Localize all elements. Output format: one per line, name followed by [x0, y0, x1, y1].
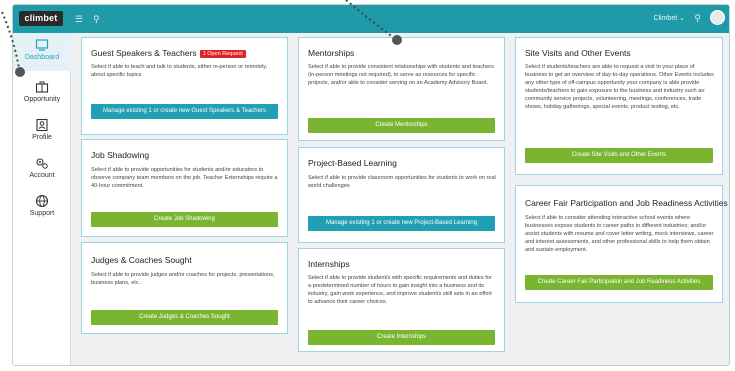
card-description: Select if able to provide consistent rel… [308, 64, 494, 86]
create-site-visits-button[interactable]: Create Site Visits and Other Events [525, 148, 713, 163]
search-icon[interactable]: ⚲ [93, 13, 100, 25]
sidebar-item-dashboard[interactable]: Dashboard [13, 33, 71, 71]
sidebar-item-label: Account [29, 172, 55, 179]
app-window: climbet ☰ ⚲ Climbet ⌄ ⚲ Dashboard Opport… [12, 4, 730, 366]
top-bar: climbet ☰ ⚲ Climbet ⌄ ⚲ [13, 5, 729, 33]
card-description: Select if able to provide classroom oppo… [308, 175, 496, 189]
app-logo[interactable]: climbet [19, 11, 63, 26]
card-internships: Internships Select if able to provide st… [298, 248, 505, 352]
manage-project-based-learning-button[interactable]: Manage existing 1 or create new Project-… [308, 216, 495, 231]
card-title: Mentorships [308, 48, 355, 58]
manage-guest-speakers-button[interactable]: Manage existing 1 or create new Guest Sp… [91, 104, 278, 119]
card-guest-speakers: Guest Speakers & Teachers 1 Open Request … [81, 37, 288, 135]
chevron-down-icon: ⌄ [679, 15, 685, 22]
card-job-shadowing: Job Shadowing Select if able to provide … [81, 139, 288, 237]
sidebar-item-label: Dashboard [24, 54, 60, 61]
create-job-shadowing-button[interactable]: Create Job Shadowing [91, 212, 278, 227]
briefcase-icon [35, 81, 49, 93]
create-judges-coaches-button[interactable]: Create Judges & Coaches Sought [91, 310, 278, 325]
create-mentorships-button[interactable]: Create Mentorships [308, 118, 495, 133]
sidebar-item-support[interactable]: Support [13, 189, 71, 227]
card-title: Judges & Coaches Sought [91, 255, 192, 265]
create-internships-button[interactable]: Create Internships [308, 330, 495, 345]
card-description: Select if able to consider attending int… [525, 215, 714, 253]
card-description: Select if able to provide student/s with… [308, 275, 492, 305]
card-description: Select if able to provide judges and/or … [91, 272, 275, 286]
card-title: Site Visits and Other Events [525, 48, 631, 58]
card-title: Guest Speakers & Teachers 1 Open Request [91, 48, 246, 58]
user-menu[interactable]: Climbet ⌄ [653, 14, 685, 22]
search-icon[interactable]: ⚲ [694, 13, 701, 24]
card-career-fair: Career Fair Participation and Job Readin… [515, 185, 728, 303]
user-name: Climbet [653, 15, 678, 22]
card-title: Project-Based Learning [308, 158, 397, 168]
card-title-text: Guest Speakers & Teachers [91, 48, 197, 58]
card-judges-coaches: Judges & Coaches Sought Select if able t… [81, 242, 288, 334]
menu-icon[interactable]: ☰ [75, 13, 83, 25]
card-mentorships: Mentorships Select if able to provide co… [298, 37, 505, 141]
card-description: Select if students/teachers are able to … [525, 64, 714, 110]
gear-icon [36, 158, 48, 169]
sidebar-item-label: Opportunity [23, 96, 61, 103]
profile-card-icon [36, 118, 48, 132]
sidebar: Dashboard Opportunity Profile Account Su… [13, 33, 71, 365]
avatar[interactable] [710, 10, 725, 25]
sidebar-item-label: Profile [32, 134, 52, 141]
card-description: Select if able to teach and talk to stud… [91, 64, 268, 78]
card-project-based-learning: Project-Based Learning Select if able to… [298, 147, 505, 243]
sidebar-item-profile[interactable]: Profile [13, 113, 71, 151]
sidebar-item-opportunity[interactable]: Opportunity [13, 75, 71, 113]
card-description: Select if able to provide opportunities … [91, 167, 278, 189]
card-site-visits: Site Visits and Other Events Select if s… [515, 37, 723, 175]
sidebar-item-label: Support [29, 210, 55, 217]
card-title: Internships [308, 259, 350, 269]
card-title: Job Shadowing [91, 150, 150, 160]
create-career-fair-button[interactable]: Create Career Fair Participation and Job… [525, 275, 713, 290]
dashboard-icon [35, 39, 49, 51]
open-request-badge[interactable]: 1 Open Request [199, 49, 246, 58]
globe-icon [35, 194, 49, 208]
card-title: Career Fair Participation and Job Readin… [525, 198, 728, 208]
sidebar-item-account[interactable]: Account [13, 151, 71, 189]
